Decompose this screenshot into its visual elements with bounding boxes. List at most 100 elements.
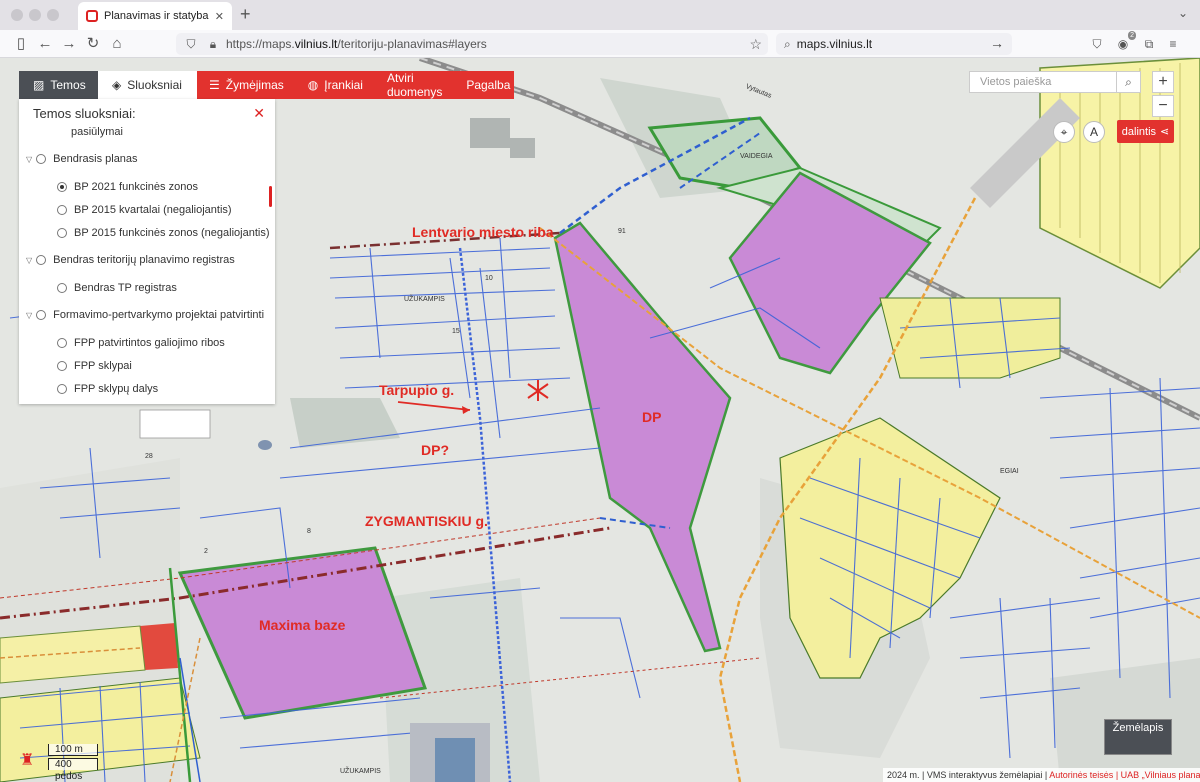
locate-crosshair-icon[interactable]: ⌖ <box>1053 121 1075 143</box>
forward-button[interactable]: → <box>58 34 80 54</box>
group-radio[interactable] <box>36 310 47 320</box>
close-tab-icon[interactable]: ✕ <box>215 10 224 23</box>
layer-label: BP 2015 funkcinės zonos (negaliojantis) <box>74 227 270 239</box>
layer-item-fpp-sklypai[interactable]: FPP sklypai <box>57 360 132 372</box>
menu-pagalba[interactable]: Pagalba <box>454 71 522 99</box>
map-number-15: 15 <box>452 328 460 335</box>
new-tab-button[interactable]: + <box>240 4 251 25</box>
expand-triangle-icon[interactable]: ▽ <box>26 155 32 164</box>
panel-scrollbar[interactable] <box>269 186 272 207</box>
maximize-window-button[interactable] <box>47 9 59 21</box>
map-canvas[interactable]: VAIDEGIA UŽUKAMPIS UŽUKAMPIS EGIAI Vytau… <box>0 58 1200 782</box>
menu-irankiai[interactable]: ◍ Įrankiai <box>296 71 375 99</box>
expand-triangle-icon[interactable]: ▽ <box>26 256 32 265</box>
browser-tab[interactable]: Planavimas ir statyba / Vilniaus ✕ <box>78 2 232 30</box>
sidebar-toggle-icon[interactable]: ▯ <box>10 34 32 54</box>
layer-item-bp-2021[interactable]: BP 2021 funkcinės zonos <box>57 181 198 193</box>
map-number-28: 28 <box>145 453 153 460</box>
north-arrow-icon[interactable]: A <box>1083 121 1105 143</box>
expand-triangle-icon[interactable]: ▽ <box>26 311 32 320</box>
attribution-text: 2024 m. | VMS interaktyvus žemėlapiai | <box>887 770 1048 780</box>
tab-temos[interactable]: ▨ Temos <box>19 71 98 99</box>
menu-irankiai-label: Įrankiai <box>324 78 363 92</box>
zoom-in-button[interactable]: + <box>1152 71 1174 93</box>
annotation-zygmantiskiu: ZYGMANTISKIU g. <box>365 513 488 529</box>
tab-sluoksniai[interactable]: ◈ Sluoksniai <box>98 71 197 99</box>
site-favicon-icon <box>86 10 98 22</box>
menu-pagalba-label: Pagalba <box>466 78 511 92</box>
browser-nav-bar: ▯ ← → ↻ ⌂ ⛉ 🔒︎ https://maps.vilnius.lt/t… <box>0 30 1200 58</box>
layer-radio[interactable] <box>57 361 67 371</box>
layer-label: pasiūlymai <box>71 126 123 138</box>
map-number-10: 10 <box>485 275 493 282</box>
place-search-input[interactable]: Vietos paieška <box>969 71 1117 93</box>
layers-icon: ◈ <box>112 78 122 92</box>
menu-zymejimas-label: Žymėjimas <box>225 78 284 92</box>
copyright-link[interactable]: Autorinės teisės <box>1049 770 1113 780</box>
layer-item-fpp-dalys[interactable]: FPP sklypų dalys <box>57 383 158 395</box>
share-label: dalintis <box>1121 125 1157 138</box>
layer-label: BP 2021 funkcinės zonos <box>74 181 198 193</box>
layer-radio-selected[interactable] <box>57 182 67 192</box>
layer-item-bp-2015-zonos[interactable]: BP 2015 funkcinės zonos (negaliojantis) <box>57 227 269 239</box>
back-button[interactable]: ← <box>34 34 56 54</box>
layer-label: FPP patvirtintos galiojimo ribos <box>74 337 225 349</box>
owner-link[interactable]: | UAB „Vilniaus planas" <box>1116 770 1200 780</box>
browser-search-box[interactable]: ⌕ maps.vilnius.lt → <box>776 33 1012 55</box>
reload-button[interactable]: ↻ <box>82 34 104 54</box>
list-icon: ☰ <box>209 78 220 92</box>
bookmark-star-icon[interactable]: ☆ <box>749 36 762 53</box>
layer-group-fpp[interactable]: ▽ Formavimo-pertvarkymo projektai patvir… <box>26 309 264 321</box>
annotation-dp-question: DP? <box>421 442 449 458</box>
chart-icon: ▨ <box>33 78 45 92</box>
layer-radio[interactable] <box>57 205 67 215</box>
annotation-maxima: Maxima baze <box>259 617 346 633</box>
layer-item-bp-2015-kvartalai[interactable]: BP 2015 kvartalai (negaliojantis) <box>57 204 232 216</box>
shield-icon[interactable]: ⛉ <box>182 37 200 52</box>
annotation-street: Tarpupio g. <box>379 382 455 398</box>
home-button[interactable]: ⌂ <box>106 34 128 54</box>
menu-atviri-duomenys[interactable]: Atviri duomenys <box>375 71 454 99</box>
group-radio[interactable] <box>36 255 47 265</box>
menu-hamburger-icon[interactable]: ≡ <box>1164 35 1182 53</box>
pocket-icon[interactable]: ⛉ <box>1088 35 1106 53</box>
search-text: maps.vilnius.lt <box>796 37 873 51</box>
menu-atviri-duomenys-label: Atviri duomenys <box>386 71 443 99</box>
url-text: https://maps.vilnius.lt/teritoriju-plana… <box>226 37 487 51</box>
layer-radio[interactable] <box>57 228 67 238</box>
share-icon: ⋖ <box>1160 126 1170 138</box>
search-icon[interactable]: ⌕ <box>1117 71 1141 93</box>
address-bar[interactable]: ⛉ 🔒︎ https://maps.vilnius.lt/teritoriju-… <box>176 33 768 55</box>
tab-sluoksniai-label: Sluoksniai <box>127 78 182 92</box>
layer-label: Bendras TP registras <box>74 282 177 294</box>
close-icon[interactable]: ✕ <box>253 105 265 122</box>
extension-badge: 2 <box>1128 31 1136 40</box>
layer-group-tp-registras[interactable]: ▽ Bendras teritorijų planavimo registras <box>26 254 235 266</box>
extension-icon[interactable]: ◉ 2 <box>1114 31 1136 53</box>
layer-group-bendrasis-planas[interactable]: ▽ Bendrasis planas <box>26 153 138 165</box>
layer-item-fpp-ribos[interactable]: FPP patvirtintos galiojimo ribos <box>57 337 225 349</box>
go-arrow-icon[interactable]: → <box>990 35 1004 51</box>
share-button[interactable]: dalintis ⋖ <box>1117 120 1174 143</box>
tab-title: Planavimas ir statyba / Vilniaus <box>104 10 211 22</box>
lock-icon[interactable]: 🔒︎ <box>204 37 222 52</box>
tab-temos-label: Temos <box>50 78 86 92</box>
extensions-puzzle-icon[interactable]: ⧉ <box>1140 35 1158 53</box>
app-menu-bar: ☰ Žymėjimas ◍ Įrankiai Atviri duomenys P… <box>197 71 514 99</box>
layer-radio[interactable] <box>57 283 67 293</box>
map-attribution: 2024 m. | VMS interaktyvus žemėlapiai | … <box>883 768 1200 782</box>
basemap-switcher-button[interactable]: Žemėlapis <box>1104 719 1172 755</box>
map-label-uzukampis-bottom: UŽUKAMPIS <box>340 768 381 775</box>
menu-zymejimas[interactable]: ☰ Žymėjimas <box>197 71 296 99</box>
layer-radio[interactable] <box>57 384 67 394</box>
map-label-egiai: EGIAI <box>1000 468 1019 475</box>
layer-item-bendras-tp[interactable]: Bendras TP registras <box>57 282 177 294</box>
layer-radio[interactable] <box>57 338 67 348</box>
group-radio[interactable] <box>36 154 47 164</box>
layer-label: FPP sklypai <box>74 360 132 372</box>
zoom-out-button[interactable]: − <box>1152 95 1174 117</box>
close-window-button[interactable] <box>11 9 23 21</box>
tab-list-chevron-icon[interactable]: ⌄ <box>1178 6 1188 20</box>
minimize-window-button[interactable] <box>29 9 41 21</box>
layers-panel: Temos sluoksniai: ✕ pasiūlymai ▽ Bendras… <box>19 99 275 404</box>
